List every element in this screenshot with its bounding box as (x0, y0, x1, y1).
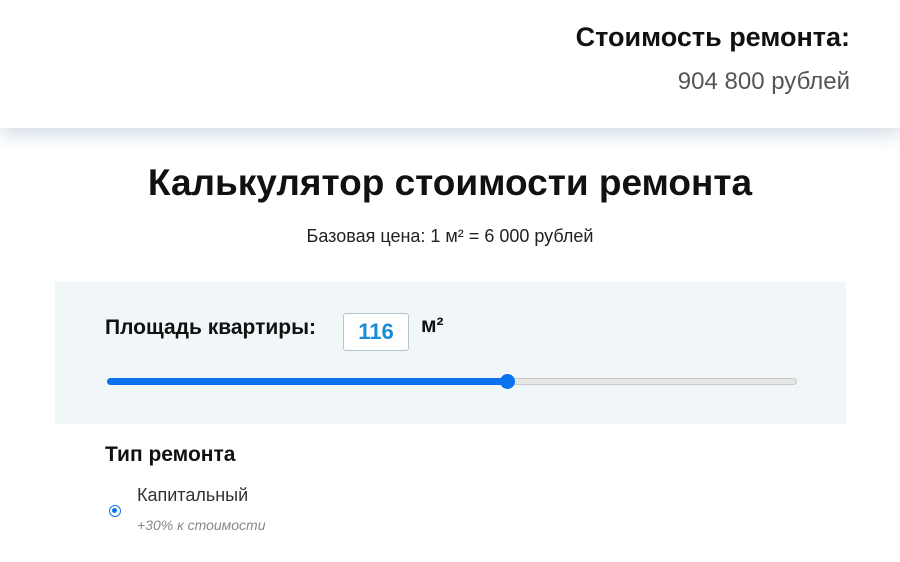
repair-type-radio-capital[interactable] (109, 505, 121, 517)
area-unit: м² (421, 314, 444, 337)
radio-selected-dot (112, 508, 117, 513)
area-input[interactable] (343, 313, 409, 351)
cost-value: 904 800 рублей (677, 68, 850, 95)
cost-summary-bar: Стоимость ремонта: 904 800 рублей (0, 0, 900, 128)
repair-type-heading: Тип ремонта (105, 443, 236, 466)
area-slider-thumb[interactable] (500, 374, 515, 389)
area-panel: Площадь квартиры: м² (55, 282, 846, 424)
base-price-text: Базовая цена: 1 м² = 6 000 рублей (306, 226, 594, 246)
repair-option-note: +30% к стоимости (137, 517, 266, 533)
repair-option-label[interactable]: Капитальный (137, 485, 248, 506)
area-label: Площадь квартиры: (105, 316, 317, 339)
cost-title: Стоимость ремонта: (575, 22, 850, 52)
area-slider-fill (107, 378, 507, 385)
page-title: Калькулятор стоимости ремонта (147, 162, 753, 203)
